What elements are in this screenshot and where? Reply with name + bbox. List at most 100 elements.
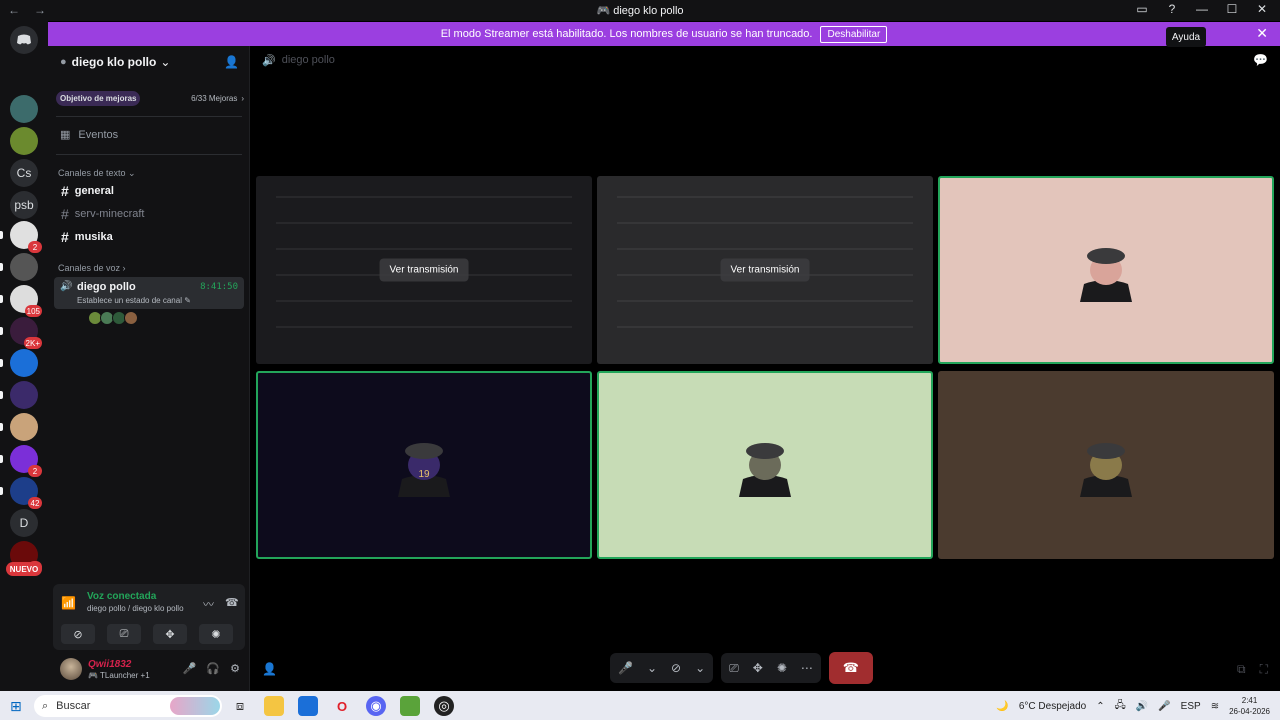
- participant-tile[interactable]: [938, 176, 1274, 364]
- server-icon[interactable]: [10, 253, 38, 281]
- noise-suppression-icon[interactable]: 〰: [203, 596, 214, 612]
- channel-status-prompt[interactable]: Establece un estado de canal ✎: [77, 296, 191, 305]
- microphone-icon[interactable]: 🎤: [183, 662, 197, 675]
- voice-category[interactable]: Canales de voz ›: [58, 263, 126, 273]
- server-icon[interactable]: 105: [10, 285, 42, 317]
- server-icon[interactable]: [10, 381, 38, 409]
- leave-call-button[interactable]: ☎: [828, 652, 873, 684]
- file-explorer-icon[interactable]: [264, 696, 284, 716]
- help-icon[interactable]: ?: [1164, 2, 1180, 16]
- invite-to-call-icon[interactable]: 👤: [262, 662, 277, 676]
- unread-pill: [0, 263, 3, 271]
- banner-close-icon[interactable]: ✕: [1256, 25, 1268, 42]
- participant-tile[interactable]: [938, 371, 1274, 559]
- events-item[interactable]: ▦ Eventos: [60, 128, 118, 142]
- avatar[interactable]: [60, 658, 82, 680]
- weather-icon[interactable]: 🌙: [996, 701, 1008, 712]
- server-icon[interactable]: [10, 349, 38, 377]
- camera-off-button[interactable]: ⊘: [61, 624, 95, 644]
- participant-avatar[interactable]: [124, 311, 138, 325]
- stream-tile[interactable]: Ver transmisión: [597, 176, 933, 364]
- minecraft-icon[interactable]: [400, 696, 420, 716]
- channel-musika[interactable]: # musika: [56, 227, 244, 247]
- more-options-icon[interactable]: ⋯: [801, 661, 813, 675]
- chevron-down-icon[interactable]: ⌄: [647, 661, 657, 675]
- server-icon[interactable]: [10, 413, 38, 441]
- server-icon[interactable]: 2: [10, 445, 42, 477]
- microphone-tray-icon[interactable]: 🎤: [1158, 701, 1170, 712]
- microphone-icon[interactable]: 🎤: [618, 661, 633, 675]
- weather-text[interactable]: 6°C Despejado: [1019, 701, 1086, 712]
- disconnect-icon[interactable]: ☎: [225, 596, 239, 609]
- watch-stream-button[interactable]: Ver transmisión: [720, 258, 810, 282]
- activities-icon[interactable]: ✥: [753, 661, 763, 675]
- text-category[interactable]: Canales de texto ⌄: [58, 168, 136, 179]
- server-icon[interactable]: [10, 95, 38, 123]
- server-label: Cs: [16, 166, 32, 180]
- stream-tile[interactable]: Ver transmisión: [256, 176, 592, 364]
- chevron-up-icon[interactable]: ⌃: [1096, 701, 1104, 712]
- gear-icon[interactable]: ⚙: [230, 662, 240, 675]
- participant-tile[interactable]: [597, 371, 933, 559]
- obs-icon[interactable]: ◎: [434, 696, 454, 716]
- direct-messages-icon[interactable]: [10, 26, 38, 54]
- screen-share-button[interactable]: ⎚: [107, 624, 141, 644]
- divider: [56, 116, 242, 117]
- watch-stream-button[interactable]: Ver transmisión: [379, 258, 469, 282]
- boost-goal[interactable]: Objetivo de mejoras 6/33 Mejoras ›: [56, 88, 244, 108]
- server-icon[interactable]: [10, 127, 38, 155]
- disable-streamer-button[interactable]: Deshabilitar: [820, 25, 888, 43]
- voice-channel-timer: 8:41:50: [200, 282, 238, 292]
- server-icon[interactable]: 42: [10, 477, 42, 509]
- maximize-button[interactable]: ☐: [1224, 2, 1240, 16]
- chevron-down-icon[interactable]: ⌄: [695, 661, 705, 675]
- server-icon[interactable]: psb: [10, 191, 38, 219]
- window-controls: ▭ ? — ☐ ✕: [1134, 2, 1270, 16]
- fullscreen-icon[interactable]: ⛶: [1260, 662, 1268, 677]
- server-icon[interactable]: 2K+: [10, 317, 42, 349]
- soundboard-button[interactable]: ✺: [199, 624, 233, 644]
- channel-general[interactable]: # general: [56, 181, 244, 201]
- popout-icon[interactable]: ⧉: [1237, 662, 1246, 677]
- server-icon[interactable]: 2: [10, 221, 42, 253]
- chevron-right-icon: ›: [241, 93, 244, 103]
- screen-share-icon[interactable]: ⎚: [729, 661, 739, 676]
- participant-tile[interactable]: 19: [256, 371, 592, 559]
- channel-serv-minecraft[interactable]: # serv-minecraft: [56, 204, 244, 224]
- language-indicator[interactable]: ESP: [1181, 701, 1201, 712]
- close-window-button[interactable]: ✕: [1254, 2, 1270, 16]
- task-view-icon[interactable]: ⧈: [230, 696, 250, 716]
- taskbar-search[interactable]: ⌕ Buscar: [34, 695, 222, 717]
- network-icon[interactable]: 🖧: [1115, 698, 1126, 715]
- minimize-button[interactable]: —: [1194, 2, 1210, 16]
- user-area: Qwii1832 🎮 TLauncher +1 🎤 🎧 ⚙: [56, 656, 244, 686]
- wifi-icon[interactable]: ≋: [1211, 701, 1219, 712]
- mic-camera-group: 🎤 ⌄ ⊘ ⌄: [610, 653, 714, 683]
- guild-name: diego klo pollo: [71, 55, 157, 69]
- mention-badge: 42: [28, 497, 42, 509]
- headphones-icon[interactable]: 🎧: [206, 662, 220, 675]
- microsoft-store-icon[interactable]: [298, 696, 318, 716]
- soundboard-icon[interactable]: ✺: [777, 661, 787, 675]
- stream-preview-line: [617, 248, 913, 250]
- windows-start-icon[interactable]: ⊞: [10, 698, 22, 715]
- chat-bubble-icon[interactable]: 💬: [1253, 53, 1268, 67]
- discord-icon[interactable]: ◉: [366, 696, 386, 716]
- voice-channel-diego-pollo[interactable]: 🔊 diego pollo 8:41:50 Establece un estad…: [54, 277, 244, 309]
- activities-button[interactable]: ✥: [153, 624, 187, 644]
- stream-preview-line: [617, 326, 913, 328]
- clock[interactable]: 2:41 26-04-2026: [1229, 695, 1270, 717]
- invite-user-icon[interactable]: 👤: [224, 55, 239, 69]
- avatar-image: [1080, 443, 1132, 497]
- inbox-icon[interactable]: ▭: [1134, 2, 1150, 16]
- camera-off-icon[interactable]: ⊘: [671, 661, 681, 675]
- opera-icon[interactable]: O: [332, 696, 352, 716]
- volume-icon[interactable]: 🔊: [1136, 701, 1148, 712]
- guild-header[interactable]: ● diego klo pollo ⌄: [48, 46, 250, 78]
- user-activity: 🎮 TLauncher +1: [88, 671, 150, 680]
- server-icon[interactable]: Cs: [10, 159, 38, 187]
- signal-icon[interactable]: 📶: [61, 596, 76, 610]
- server-icon[interactable]: D: [10, 509, 38, 537]
- server-label: psb: [14, 198, 34, 212]
- hash-icon: #: [61, 206, 69, 222]
